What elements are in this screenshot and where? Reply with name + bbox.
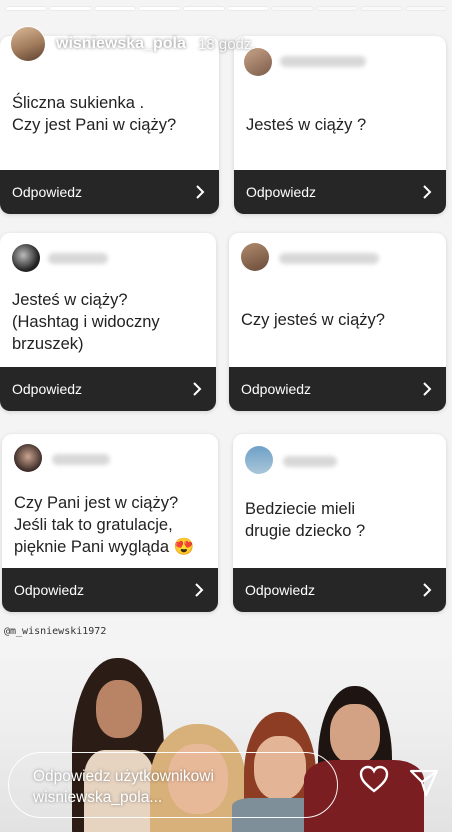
chevron-right-icon xyxy=(423,583,432,597)
story-progress xyxy=(6,7,447,10)
blurred-username xyxy=(283,456,337,467)
heart-icon[interactable] xyxy=(358,764,390,794)
profile-avatar[interactable] xyxy=(10,26,46,62)
answer-button[interactable]: Odpowiedz xyxy=(0,367,216,411)
play-icon[interactable] xyxy=(326,32,352,58)
question-text: Czy Pani jest w ciąży? Jeśli tak to grat… xyxy=(14,494,195,556)
chevron-right-icon xyxy=(423,185,432,199)
answer-button[interactable]: Odpowiedz xyxy=(0,170,219,214)
progress-segment xyxy=(405,7,447,10)
question-card: Jesteś w ciąży? (Hashtag i widoczny brzu… xyxy=(0,233,216,411)
answer-button[interactable]: Odpowiedz xyxy=(234,170,446,214)
progress-segment xyxy=(50,7,91,10)
blurred-username xyxy=(48,253,108,264)
answer-button[interactable]: Odpowiedz xyxy=(229,367,446,411)
question-text: Czy jesteś w ciąży? xyxy=(241,311,385,329)
question-card: Bedziecie mieli drugie dziecko ? Odpowie… xyxy=(233,434,446,612)
story-screen: Śliczna sukienka . Czy jest Pani w ciąży… xyxy=(0,0,452,832)
progress-segment xyxy=(183,7,225,10)
gif-person-face xyxy=(96,680,142,738)
blurred-username xyxy=(52,454,110,465)
chevron-right-icon xyxy=(193,382,202,396)
progress-segment xyxy=(94,7,136,10)
mention-tag[interactable]: @m_wisniewski1972 xyxy=(4,626,106,637)
sender-avatar xyxy=(241,243,269,271)
username[interactable]: wisniewska_pola xyxy=(56,35,186,53)
progress-segment xyxy=(6,7,47,10)
question-text: Śliczna sukienka . Czy jest Pani w ciąży… xyxy=(12,94,177,134)
sender-avatar xyxy=(245,446,273,474)
answer-label: Odpowiedz xyxy=(12,184,83,200)
chevron-right-icon xyxy=(423,382,432,396)
question-card: Czy Pani jest w ciąży? Jeśli tak to grat… xyxy=(2,434,218,612)
progress-segment xyxy=(272,7,313,10)
post-time: 18 godz. xyxy=(198,36,256,53)
gif-person-face xyxy=(330,704,380,764)
question-text: Bedziecie mieli drugie dziecko ? xyxy=(245,500,366,540)
sender-avatar xyxy=(14,444,42,472)
question-text: Jesteś w ciąży? (Hashtag i widoczny brzu… xyxy=(12,291,160,353)
blurred-username xyxy=(279,253,379,264)
question-text: Jesteś w ciąży ? xyxy=(246,116,367,134)
answer-label: Odpowiedz xyxy=(246,184,317,200)
progress-segment xyxy=(228,7,269,10)
answer-button[interactable]: Odpowiedz xyxy=(233,568,446,612)
answer-button[interactable]: Odpowiedz xyxy=(2,568,218,612)
answer-label: Odpowiedz xyxy=(245,582,316,598)
chevron-right-icon xyxy=(196,185,205,199)
progress-segment xyxy=(139,7,180,10)
progress-segment xyxy=(316,7,358,10)
answer-label: Odpowiedz xyxy=(241,381,312,397)
story-header: wisniewska_pola 18 godz. xyxy=(0,24,452,68)
reply-placeholder: Odpowiedz użytkownikowi wisniewska_pola.… xyxy=(33,768,214,806)
answer-label: Odpowiedz xyxy=(14,582,85,598)
progress-segment xyxy=(361,7,402,10)
send-icon[interactable] xyxy=(408,768,440,798)
more-icon[interactable] xyxy=(409,32,439,58)
answer-label: Odpowiedz xyxy=(12,381,83,397)
chevron-right-icon xyxy=(195,583,204,597)
sender-avatar xyxy=(12,244,40,272)
mute-icon[interactable] xyxy=(366,32,392,58)
question-card: Czy jesteś w ciąży? Odpowiedz xyxy=(229,233,446,411)
reply-input[interactable]: Odpowiedz użytkownikowi wisniewska_pola.… xyxy=(8,752,338,818)
